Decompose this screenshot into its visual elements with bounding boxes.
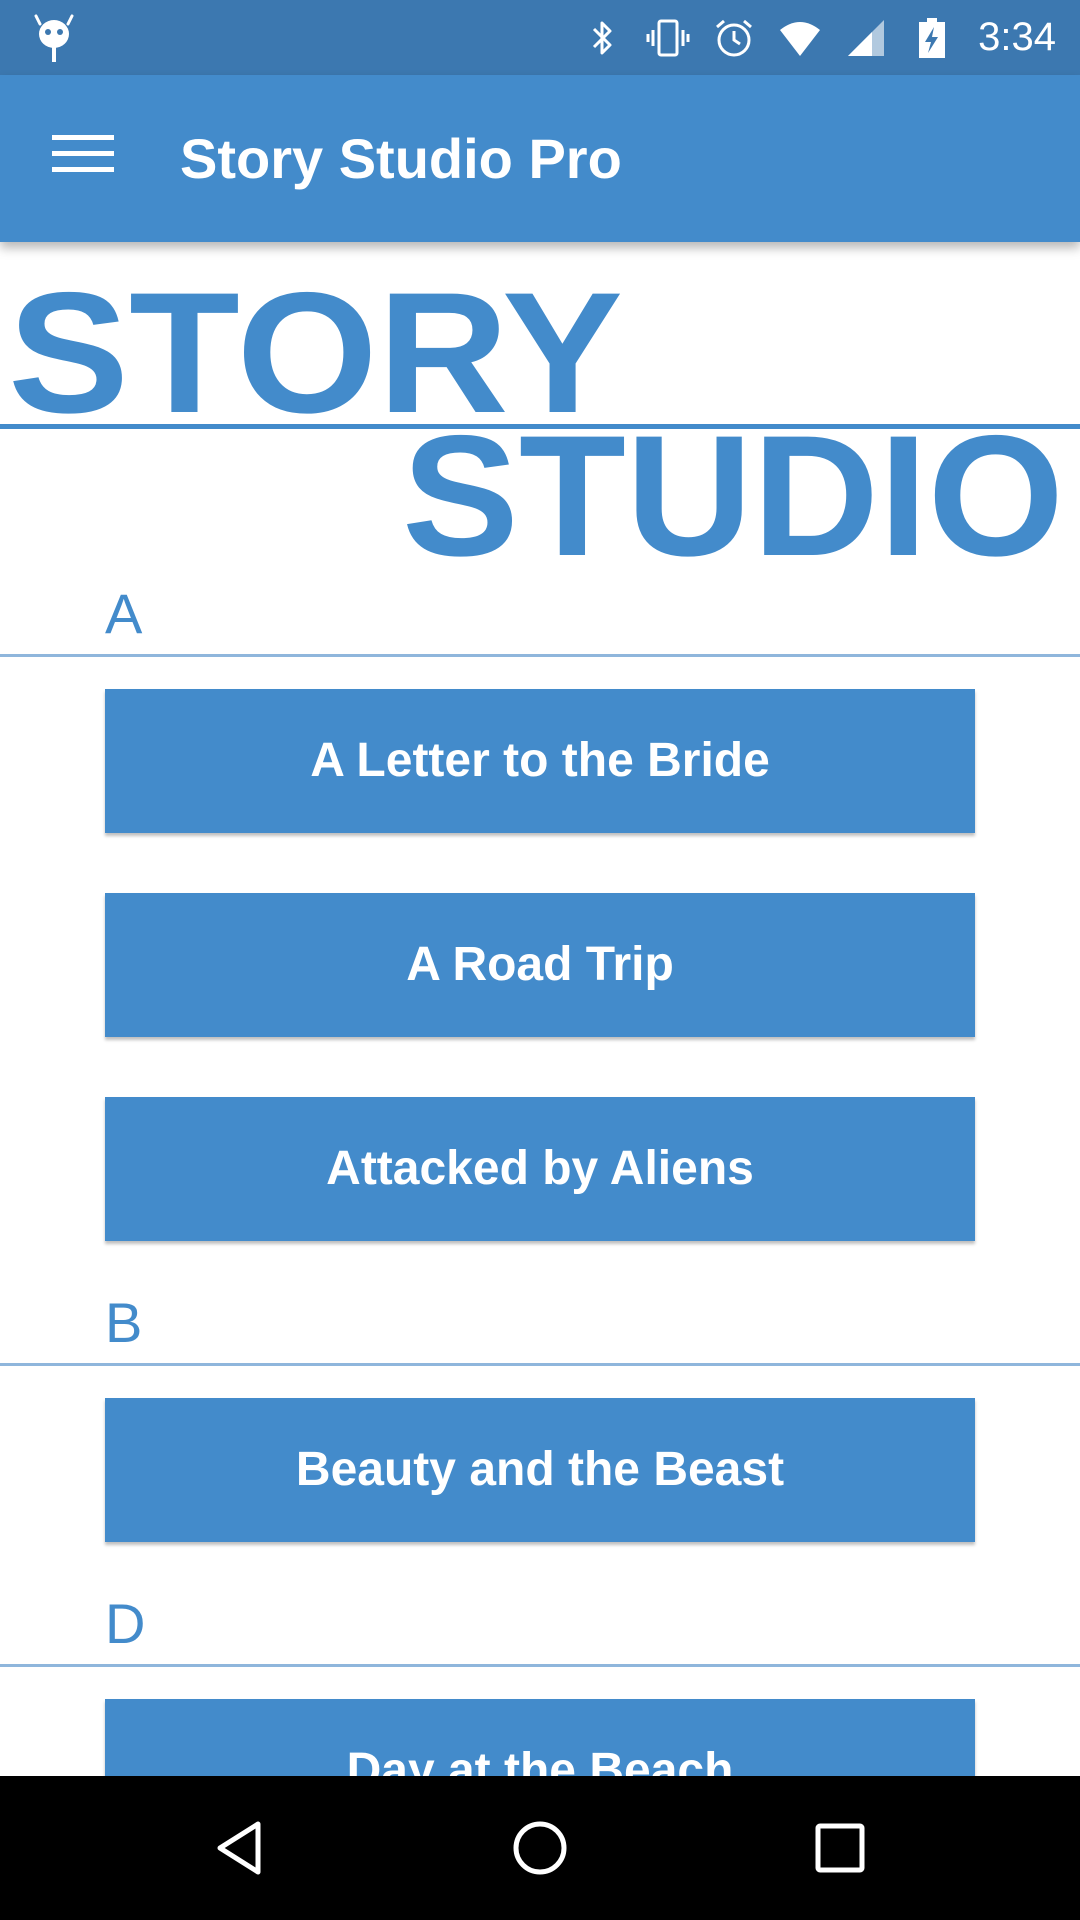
recents-square-icon[interactable] <box>810 1818 870 1878</box>
section-letter: A <box>105 582 143 645</box>
wifi-icon <box>780 21 821 56</box>
story-button[interactable]: Beauty and the Beast <box>105 1398 975 1542</box>
home-circle-icon[interactable] <box>510 1818 570 1878</box>
bluetooth-icon <box>593 21 612 54</box>
section-letter: B <box>105 1291 143 1354</box>
hamburger-menu-icon[interactable] <box>52 131 114 177</box>
back-triangle-icon[interactable] <box>210 1818 270 1878</box>
story-list: A A Letter to the Bride A Road Trip Atta… <box>0 572 1080 1776</box>
battery-charging-icon <box>919 17 946 58</box>
story-button[interactable]: A Letter to the Bride <box>105 689 975 833</box>
story-button[interactable]: Attacked by Aliens <box>105 1097 975 1241</box>
app-bar: Story Studio Pro <box>0 75 1080 242</box>
story-button[interactable]: Day at the Beach <box>105 1699 975 1776</box>
story-studio-logo: STORY STUDIO <box>0 257 1080 572</box>
section-header-a: A <box>0 572 1080 657</box>
status-time: 3:34 <box>978 15 1056 59</box>
navigation-bar <box>0 1776 1080 1920</box>
section-header-b: B <box>0 1281 1080 1366</box>
android-debug-icon <box>34 14 74 62</box>
section-header-d: D <box>0 1582 1080 1667</box>
section-letter: D <box>105 1592 146 1655</box>
app-title: Story Studio Pro <box>180 127 622 190</box>
vibrate-icon <box>646 19 690 56</box>
status-icons: 3:34 <box>558 0 1056 75</box>
story-button[interactable]: A Road Trip <box>105 893 975 1037</box>
alarm-icon <box>716 19 753 56</box>
status-bar: 3:34 <box>0 0 1080 75</box>
cell-signal-icon <box>848 19 885 56</box>
logo-line2: STUDIO <box>402 400 1064 572</box>
